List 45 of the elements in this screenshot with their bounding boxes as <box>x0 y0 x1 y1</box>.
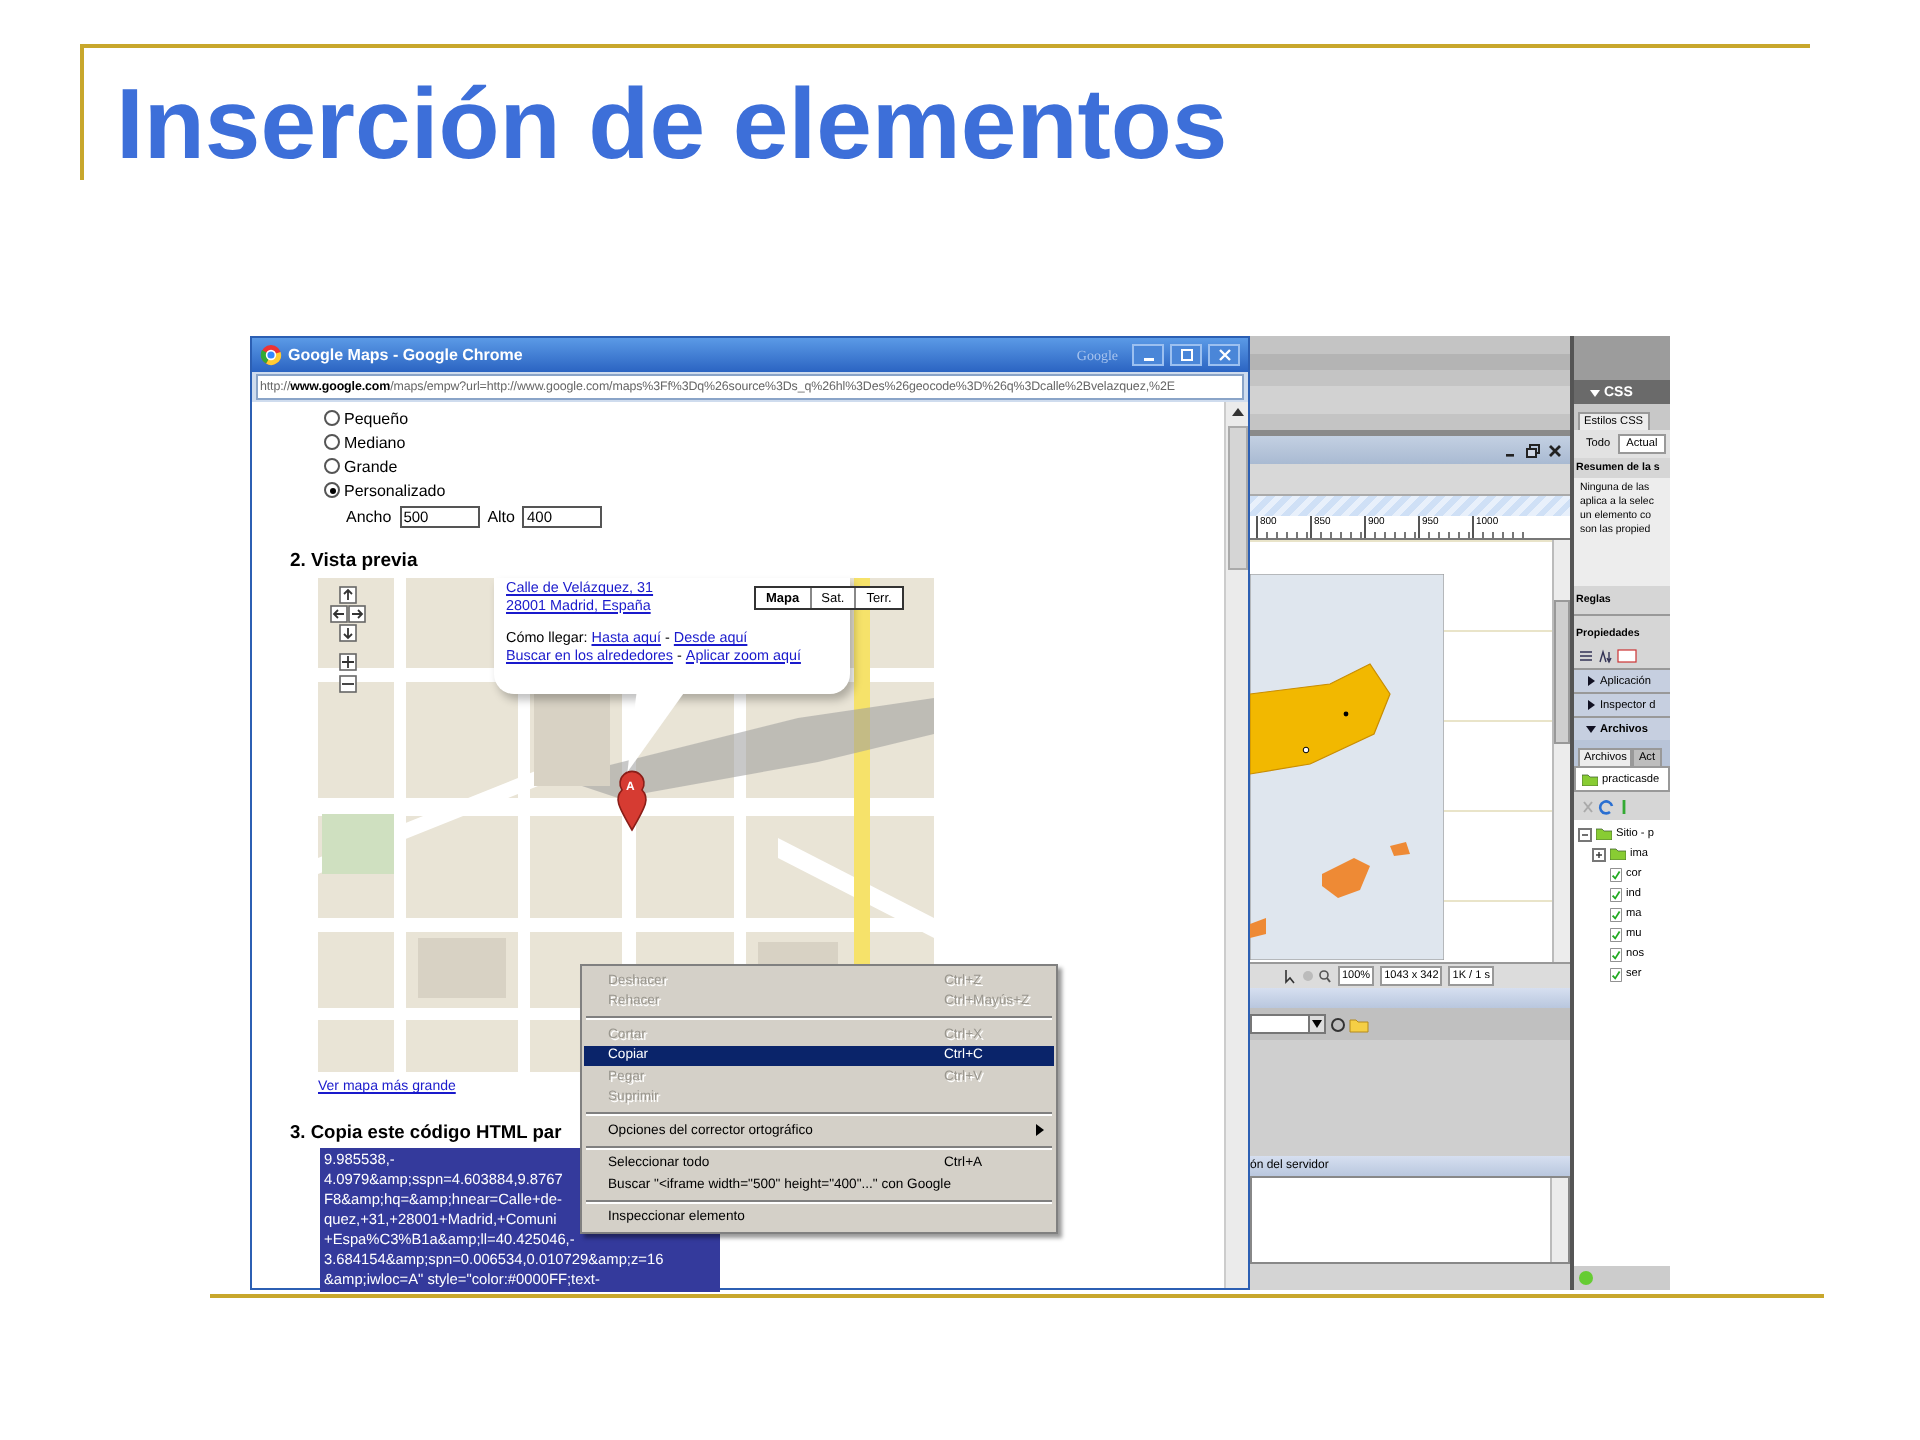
close-icon[interactable] <box>1548 443 1562 457</box>
pan-zoom-controls[interactable] <box>330 586 366 698</box>
close-icon <box>1217 348 1231 362</box>
radio-label: Pequeño <box>344 409 409 427</box>
tree-toggle[interactable] <box>1578 827 1592 841</box>
select-zoom-icons[interactable] <box>1284 968 1332 984</box>
file-check-icon <box>1610 947 1622 961</box>
scrollbar[interactable] <box>1224 402 1248 1288</box>
window-title: Google Maps - Google Chrome <box>288 346 523 364</box>
file-check-icon <box>1610 887 1622 901</box>
view-mode-icons[interactable] <box>1578 648 1638 664</box>
scroll-thumb[interactable] <box>1227 426 1247 570</box>
radio-button[interactable] <box>324 410 340 426</box>
radio-label: Personalizado <box>344 481 446 499</box>
tree-toggle[interactable] <box>1592 847 1606 861</box>
plus-icon <box>1594 849 1604 859</box>
restore-icon[interactable] <box>1526 443 1540 457</box>
maximize-icon <box>1179 348 1193 362</box>
radio-button[interactable] <box>324 458 340 474</box>
dropdown-field[interactable] <box>1250 1014 1326 1034</box>
radio-label: Grande <box>344 457 398 475</box>
height-label: Alto <box>487 507 515 525</box>
folder-icon <box>1582 773 1598 785</box>
file-check-icon <box>1610 867 1622 881</box>
caret-icon <box>1312 1020 1322 1028</box>
file-check-icon <box>1610 927 1622 941</box>
file-check-icon <box>1610 967 1622 981</box>
radio-button[interactable] <box>324 434 340 450</box>
close-button[interactable] <box>1208 344 1240 366</box>
browser-logo-icon <box>260 344 282 366</box>
scrollbar[interactable] <box>1552 540 1570 962</box>
file-check-icon <box>1610 907 1622 921</box>
maximize-button[interactable] <box>1170 344 1202 366</box>
slide-title: Inserción de elementos <box>116 66 1230 180</box>
section-heading: 2. Vista previa <box>290 550 420 574</box>
radio-button[interactable] <box>324 482 340 498</box>
section-heading: 3. Copia este código HTML par <box>290 1120 562 1144</box>
minimize-button[interactable] <box>1132 344 1164 366</box>
radio-label: Mediano <box>344 433 406 451</box>
minus-icon <box>1580 829 1590 839</box>
scrollbar[interactable] <box>1550 1178 1568 1262</box>
target-folder-icon[interactable] <box>1330 1015 1370 1033</box>
width-label: Ancho <box>346 507 392 525</box>
submenu-arrow-icon <box>1036 1124 1044 1137</box>
panel-toolbar-area <box>1574 336 1670 380</box>
